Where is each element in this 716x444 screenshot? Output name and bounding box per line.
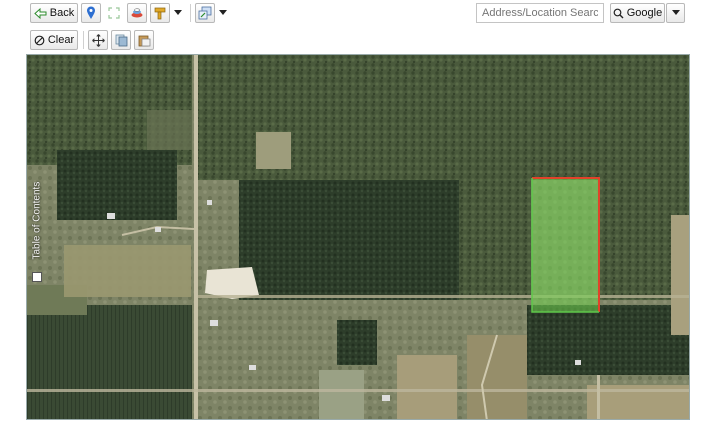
pan-button[interactable] <box>88 30 108 50</box>
tools-icon <box>198 6 212 20</box>
tools-button[interactable] <box>195 3 215 23</box>
toc-expand-icon[interactable] <box>32 272 42 282</box>
measure-icon <box>154 7 166 20</box>
clear-label: Clear <box>47 34 75 46</box>
search-provider-label: Google <box>626 7 663 19</box>
search-provider-dropdown[interactable] <box>666 3 685 23</box>
parcel-highlight[interactable] <box>532 178 599 312</box>
measure-dropdown[interactable] <box>171 3 185 23</box>
paste-icon <box>138 35 150 46</box>
search-icon <box>613 8 624 18</box>
table-of-contents-tab[interactable]: Table of Contents <box>26 54 48 420</box>
address-search-input[interactable] <box>476 3 604 23</box>
chevron-down-icon <box>174 10 182 15</box>
clear-icon <box>34 35 45 45</box>
chevron-down-icon <box>219 10 227 15</box>
clear-button[interactable]: Clear <box>30 30 78 50</box>
toolbar-separator <box>190 4 191 22</box>
toc-label: Table of Contents <box>31 181 43 260</box>
layers-button[interactable] <box>127 3 147 23</box>
search-provider-button[interactable]: Google <box>610 3 665 23</box>
back-button[interactable]: Back <box>30 3 78 23</box>
left-arrow-icon <box>34 7 47 19</box>
toolbar-separator <box>83 31 84 49</box>
copy-button[interactable] <box>111 30 131 50</box>
map-view[interactable] <box>26 54 690 420</box>
chevron-down-icon <box>671 10 680 15</box>
layers-icon <box>131 8 143 18</box>
back-label: Back <box>49 7 75 19</box>
tools-dropdown[interactable] <box>216 3 230 23</box>
location-button[interactable] <box>81 3 101 23</box>
location-pin-icon <box>87 6 95 19</box>
full-extent-icon <box>108 7 120 19</box>
aerial-imagery[interactable] <box>27 55 690 420</box>
copy-icon <box>115 34 127 46</box>
edit-toolbar: Clear <box>0 27 716 53</box>
pan-icon <box>91 33 105 47</box>
full-extent-button[interactable] <box>104 3 124 23</box>
main-toolbar: Back Google <box>0 0 716 26</box>
measure-button[interactable] <box>150 3 170 23</box>
paste-button[interactable] <box>134 30 154 50</box>
